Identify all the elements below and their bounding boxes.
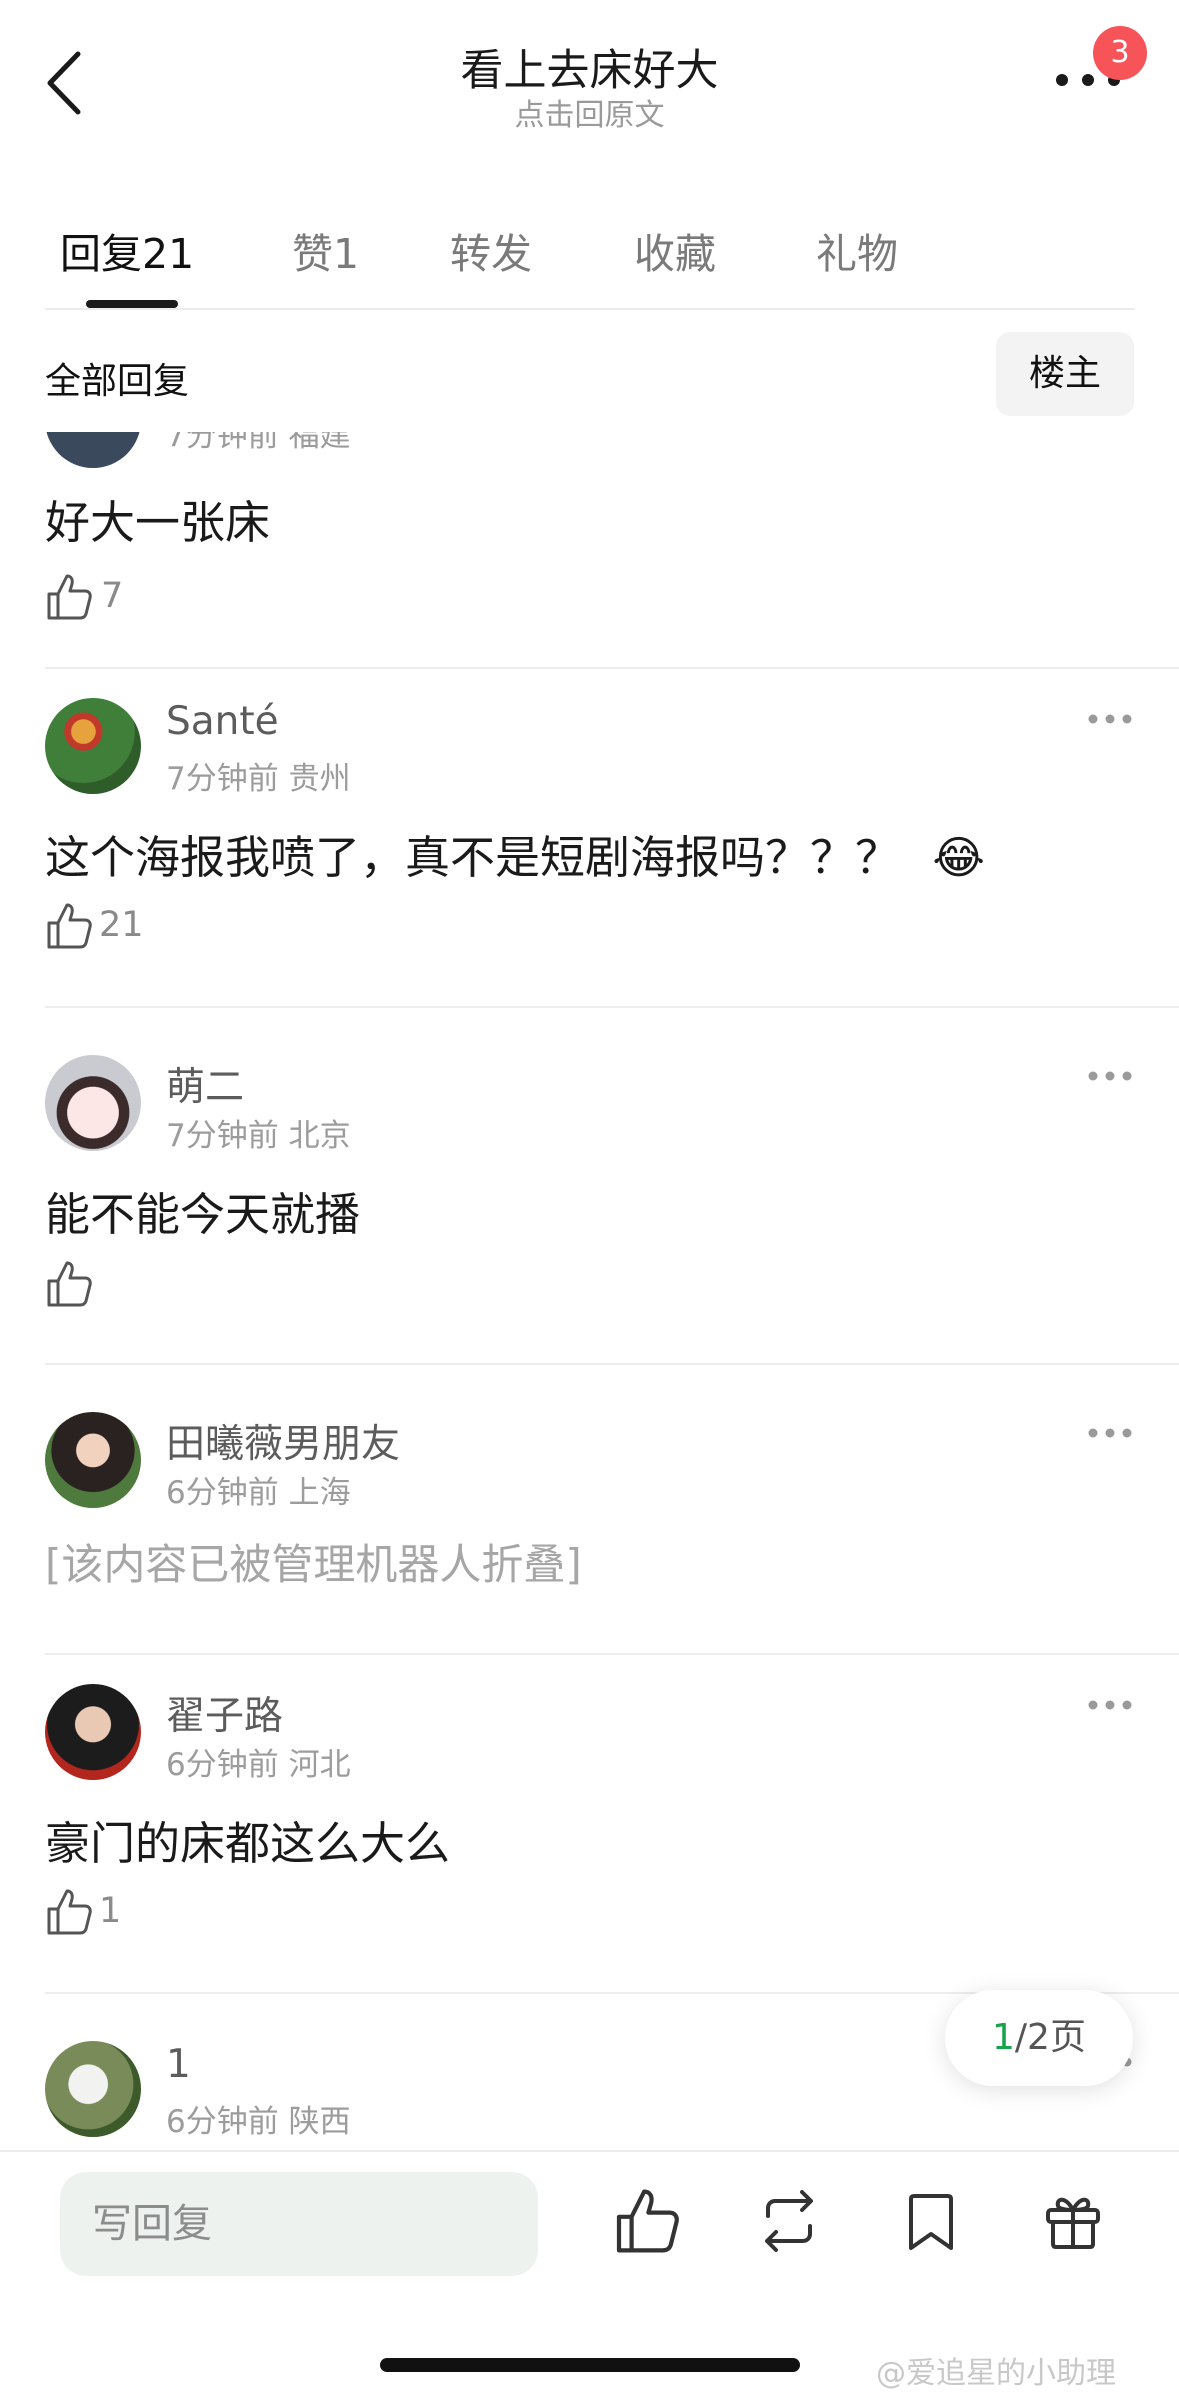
avatar[interactable] [45,1055,141,1151]
comment-text: 豪门的床都这么大么 [45,1817,451,1870]
comment-text: 好大一张床 [45,496,271,549]
all-replies-filter[interactable]: 全部回复 [45,352,189,404]
tab-replies[interactable]: 回复21 [60,220,194,280]
username[interactable]: Santé [166,699,279,744]
comment-text: 能不能今天就播 [45,1188,361,1241]
tab-reposts[interactable]: 转发 [450,220,532,280]
laughing-emoji-icon: 😂 [932,831,985,884]
like-button[interactable]: 1 [45,1887,121,1941]
username[interactable]: 田曦薇男朋友 [166,1413,400,1469]
tab-favorites[interactable]: 收藏 [634,220,716,280]
divider [45,308,1135,310]
more-dots-icon[interactable] [1087,1426,1133,1440]
page-indicator[interactable]: 1/2页 [945,1990,1133,2086]
back-to-original-link[interactable]: 点击回原文 [0,90,1179,134]
thumbs-up-icon [47,1889,92,1935]
like-button[interactable]: 21 [45,901,144,955]
bookmark-button[interactable] [896,2186,966,2256]
comment-meta: 6分钟前 河北 [166,1747,351,1783]
thumbs-up-icon [47,903,92,949]
comment-meta: 6分钟前 陕西 [166,2104,351,2140]
comment-text-content: 这个海报我喷了，真不是短剧海报吗？？？ [45,831,901,884]
notification-badge: 3 [1093,26,1147,80]
total-pages: /2页 [1014,2017,1086,2058]
comment-meta: 7分钟前 贵州 [166,761,351,797]
repost-button[interactable] [754,2186,824,2256]
gift-button[interactable] [1038,2186,1108,2256]
like-button[interactable] [45,1259,93,1313]
like-count: 21 [99,905,144,945]
tab-label: 赞 [292,230,333,278]
active-tab-indicator [86,300,178,308]
current-page: 1 [992,2017,1015,2058]
folded-comment-notice: [该内容已被管理机器人折叠] [45,1540,582,1589]
tab-bar: 回复21 赞1 转发 收藏 礼物 [0,200,1179,310]
comment-meta: 6分钟前 上海 [166,1475,351,1511]
comment-text: 这个海报我喷了，真不是短剧海报吗？？？ 😂 [45,821,985,886]
top-nav-bar: 看上去床好大 点击回原文 3 [0,0,1179,170]
avatar[interactable] [45,1684,141,1780]
like-count: 1 [99,1891,122,1931]
bookmark-icon [909,2194,953,2250]
tab-label: 回复 [60,230,142,278]
divider [45,1653,1179,1655]
divider [45,1363,1179,1365]
thumbs-up-icon [616,2189,679,2253]
tab-label: 礼物 [816,230,898,278]
home-indicator[interactable] [380,2358,800,2372]
more-dots-icon[interactable] [1087,712,1133,726]
avatar[interactable] [45,698,141,794]
tab-label: 收藏 [634,230,716,278]
tab-count: 1 [333,230,360,278]
page-title[interactable]: 看上去床好大 [0,36,1179,98]
comment-list[interactable]: 7分钟前 福建 好大一张床 7 Santé 7分钟前 贵州 这个海报我喷了，真不… [0,432,1179,2150]
reply-input[interactable]: 写回复 [60,2172,538,2276]
tab-gifts[interactable]: 礼物 [816,220,898,280]
avatar[interactable] [45,2041,141,2137]
username[interactable]: 萌二 [166,1056,244,1112]
like-button[interactable] [612,2186,682,2256]
tab-likes[interactable]: 赞1 [292,220,359,280]
comment-meta: 7分钟前 北京 [166,1118,351,1154]
avatar[interactable] [45,432,141,468]
divider [45,1006,1179,1008]
avatar[interactable] [45,1412,141,1508]
like-count: 7 [101,576,124,616]
watermark: @爱追星的小助理 [876,2356,1116,2391]
more-dots-icon[interactable] [1087,1069,1133,1083]
repost-icon [765,2190,813,2252]
more-dots-icon[interactable] [1087,1698,1133,1712]
username[interactable]: 1 [166,2042,191,2087]
divider [45,667,1179,669]
comment-meta: 7分钟前 福建 [166,432,351,454]
thumbs-up-icon [47,574,92,620]
owner-only-button[interactable]: 楼主 [996,332,1134,416]
gift-icon [1046,2197,1100,2249]
tab-count: 21 [142,230,195,278]
like-button[interactable]: 7 [45,572,123,626]
tab-label: 转发 [450,230,532,278]
thumbs-up-icon [47,1261,92,1307]
username[interactable]: 翟子路 [166,1685,283,1741]
